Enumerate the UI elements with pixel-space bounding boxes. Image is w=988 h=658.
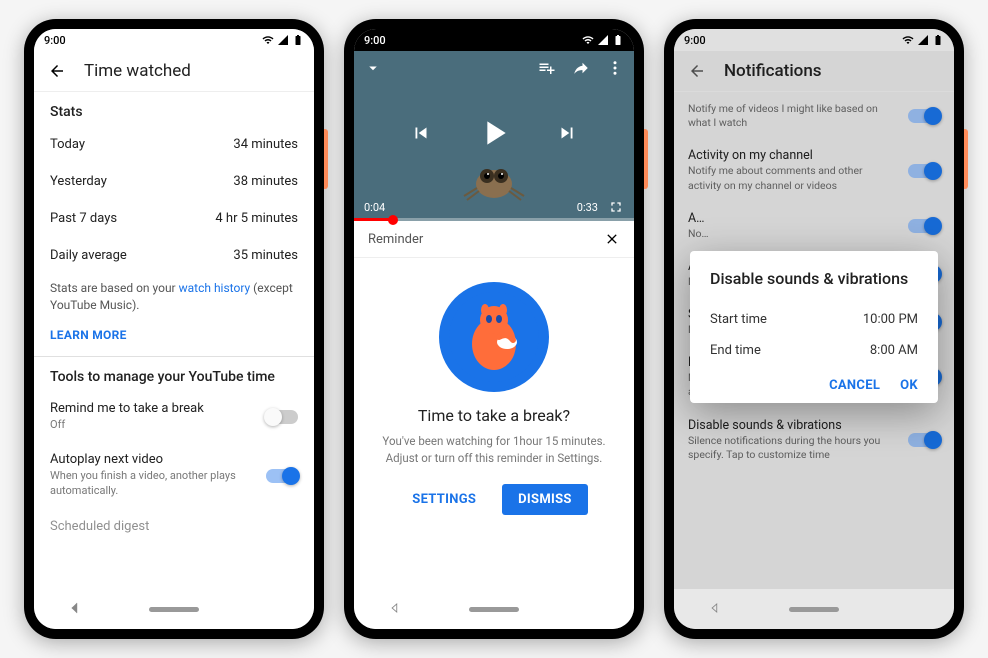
start-time-label: Start time <box>710 312 767 327</box>
break-description: You've been watching for 1hour 15 minute… <box>374 433 614 468</box>
skip-next-icon[interactable] <box>556 122 578 144</box>
ok-button[interactable]: OK <box>900 378 918 393</box>
break-reminder-panel: Time to take a break? You've been watchi… <box>354 258 634 525</box>
nav-home-pill[interactable] <box>469 607 519 612</box>
setting-title: Autoplay next video <box>50 452 240 467</box>
watch-history-link[interactable]: watch history <box>179 281 251 295</box>
setting-autoplay[interactable]: Autoplay next video When you finish a vi… <box>34 442 314 509</box>
reminder-header: Reminder <box>354 221 634 258</box>
stat-label: Yesterday <box>50 174 107 189</box>
wifi-icon <box>582 34 594 46</box>
dialog-start-time-row[interactable]: Start time 10:00 PM <box>710 304 918 335</box>
status-icons <box>262 34 304 46</box>
setting-title: Scheduled digest <box>50 519 149 534</box>
nav-home-pill[interactable] <box>149 607 199 612</box>
battery-icon <box>292 34 304 46</box>
setting-remind-break[interactable]: Remind me to take a break Off <box>34 391 314 443</box>
end-time-value: 8:00 AM <box>870 343 918 358</box>
phone-notifications: 9:00 Notifications Notify me of videos I… <box>664 19 964 639</box>
wifi-icon <box>902 34 914 46</box>
android-nav-bar <box>674 589 954 629</box>
stat-label: Today <box>50 137 85 152</box>
setting-subtitle: Off <box>50 418 204 433</box>
end-time-label: End time <box>710 343 761 358</box>
nav-back-button[interactable] <box>68 600 82 619</box>
tools-section-label: Tools to manage your YouTube time <box>34 357 314 391</box>
status-time: 9:00 <box>684 34 706 47</box>
fullscreen-icon[interactable] <box>608 199 624 215</box>
setting-subtitle: When you finish a video, another plays a… <box>50 469 240 499</box>
time-elapsed: 0:04 <box>364 201 385 214</box>
setting-cutoff[interactable]: Scheduled digest <box>34 509 314 544</box>
android-nav-bar <box>34 589 314 629</box>
signal-icon <box>277 34 289 46</box>
android-nav-bar <box>354 589 634 629</box>
status-bar: 9:00 <box>354 29 634 51</box>
learn-more-link[interactable]: LEARN MORE <box>34 320 314 356</box>
stats-note: Stats are based on your watch history (e… <box>34 274 314 320</box>
phone-time-watched: 9:00 Time watched Stats Today 34 minutes… <box>24 19 324 639</box>
video-thumbnail-spider <box>459 146 529 201</box>
toggle-remind-break[interactable] <box>266 410 298 424</box>
dialog-end-time-row[interactable]: End time 8:00 AM <box>710 335 918 366</box>
toggle-autoplay[interactable] <box>266 469 298 483</box>
nav-home-pill[interactable] <box>789 607 839 612</box>
stat-value: 35 minutes <box>233 248 298 263</box>
status-icons <box>582 34 624 46</box>
status-bar: 9:00 <box>34 29 314 51</box>
stat-label: Daily average <box>50 248 127 263</box>
chevron-down-icon[interactable] <box>364 59 382 77</box>
wifi-icon <box>262 34 274 46</box>
signal-icon <box>597 34 609 46</box>
header: Time watched <box>34 51 314 92</box>
stats-section-label: Stats <box>34 92 314 126</box>
time-total: 0:33 <box>577 201 598 214</box>
status-time: 9:00 <box>364 34 386 47</box>
break-illustration <box>439 282 549 392</box>
setting-title: Remind me to take a break <box>50 401 204 416</box>
break-title: Time to take a break? <box>374 406 614 425</box>
video-progress-bar[interactable] <box>354 218 634 221</box>
stat-row: Yesterday 38 minutes <box>34 163 314 200</box>
reminder-label: Reminder <box>368 232 423 247</box>
stat-row: Daily average 35 minutes <box>34 237 314 274</box>
phone-break-reminder: 9:00 <box>344 19 644 639</box>
close-icon[interactable] <box>604 231 620 247</box>
video-player[interactable]: 0:04 0:33 <box>354 51 634 221</box>
share-icon[interactable] <box>572 59 590 77</box>
signal-icon <box>917 34 929 46</box>
status-icons <box>902 34 944 46</box>
cancel-button[interactable]: CANCEL <box>829 378 880 393</box>
battery-icon <box>932 34 944 46</box>
settings-button[interactable]: SETTINGS <box>400 484 488 515</box>
play-icon[interactable] <box>474 113 514 153</box>
stat-label: Past 7 days <box>50 211 117 226</box>
stat-row: Today 34 minutes <box>34 126 314 163</box>
more-vert-icon[interactable] <box>606 59 624 77</box>
status-bar: 9:00 <box>674 29 954 51</box>
start-time-value: 10:00 PM <box>863 312 918 327</box>
stat-value: 34 minutes <box>233 137 298 152</box>
nav-back-button[interactable] <box>708 600 722 619</box>
add-to-playlist-icon[interactable] <box>538 59 556 77</box>
dialog-title: Disable sounds & vibrations <box>710 269 918 288</box>
stat-row: Past 7 days 4 hr 5 minutes <box>34 200 314 237</box>
skip-previous-icon[interactable] <box>410 122 432 144</box>
back-arrow-icon[interactable] <box>48 62 66 80</box>
stat-value: 38 minutes <box>233 174 298 189</box>
page-title: Time watched <box>84 61 191 81</box>
status-time: 9:00 <box>44 34 66 47</box>
disable-sounds-dialog: Disable sounds & vibrations Start time 1… <box>690 251 938 403</box>
nav-back-button[interactable] <box>388 600 402 619</box>
dismiss-button[interactable]: DISMISS <box>502 484 588 515</box>
stat-value: 4 hr 5 minutes <box>215 211 298 226</box>
battery-icon <box>612 34 624 46</box>
